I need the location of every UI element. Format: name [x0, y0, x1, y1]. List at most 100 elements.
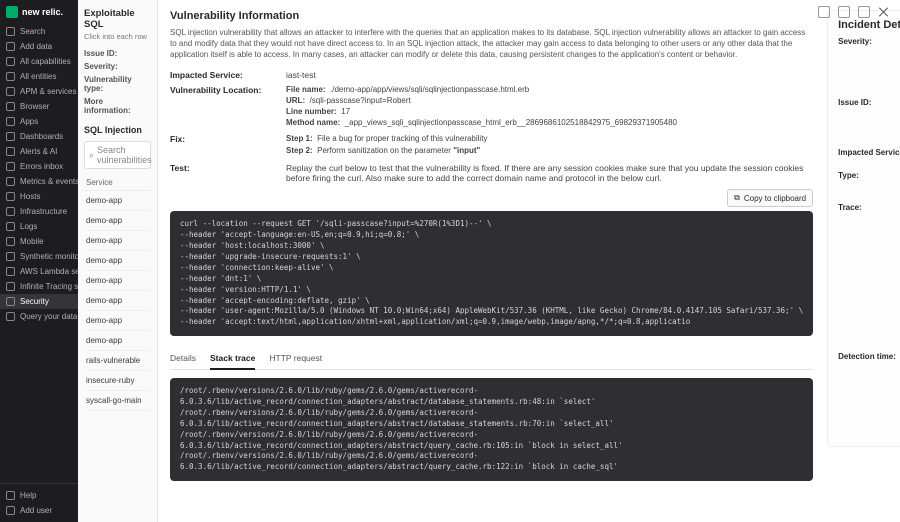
- close-icon[interactable]: [878, 6, 890, 18]
- nav-mobile[interactable]: Mobile: [0, 234, 78, 249]
- location-label: Vulnerability Location:: [170, 85, 278, 129]
- incident-row: Severity:Critical: [838, 37, 900, 93]
- mail-icon[interactable]: [838, 6, 850, 18]
- table-header-service: Service: [84, 175, 151, 191]
- nav-label: Search: [20, 27, 45, 36]
- table-row[interactable]: demo-app: [84, 271, 151, 291]
- incident-row: Issue ID:SQL_DB_COMMAND: [838, 98, 900, 143]
- search-input[interactable]: ⌕ Search vulnerabilities: [84, 141, 151, 169]
- test-label: Test:: [170, 163, 278, 183]
- nav-label: Infrastructure: [20, 207, 67, 216]
- nav-label: All capabilities: [20, 57, 71, 66]
- nav-label: Hosts: [20, 192, 40, 201]
- nav-icon: [6, 87, 15, 96]
- panel-actions: [818, 6, 890, 18]
- share-icon[interactable]: [818, 6, 830, 18]
- incident-label: Impacted Service:: [838, 148, 900, 166]
- fix-label: Fix:: [170, 134, 278, 158]
- nav-icon: [6, 252, 15, 261]
- nav-metrics[interactable]: Metrics & events: [0, 174, 78, 189]
- secondary-column: Exploitable SQL Click into each row Issu…: [78, 0, 158, 522]
- nav-add-user[interactable]: Add user: [0, 503, 78, 518]
- vuln-description: SQL injection vulnerability that allows …: [170, 28, 813, 60]
- tab-stack-trace[interactable]: Stack trace: [210, 348, 255, 370]
- nav-apps[interactable]: Apps: [0, 114, 78, 129]
- nav-label: Apps: [20, 117, 38, 126]
- incident-label: Type:: [838, 171, 900, 198]
- table-row[interactable]: insecure-ruby: [84, 371, 151, 391]
- nav-icon: [6, 222, 15, 231]
- nav-apm[interactable]: APM & services: [0, 84, 78, 99]
- nav-label: Browser: [20, 102, 49, 111]
- nav-all-capabilities[interactable]: All capabilities: [0, 54, 78, 69]
- nav-search[interactable]: Search: [0, 24, 78, 39]
- sec-field: Severity:: [84, 62, 151, 71]
- sec-title: Exploitable SQL: [84, 8, 151, 30]
- copy-clipboard-button[interactable]: ⧉ Copy to clipboard: [727, 189, 813, 207]
- curl-block: curl --location --request GET '/sqli-pas…: [170, 211, 813, 336]
- nav-label: Mobile: [20, 237, 44, 246]
- table-row[interactable]: syscall-go-main: [84, 391, 151, 411]
- table-row[interactable]: demo-app: [84, 191, 151, 211]
- nav-icon: [6, 57, 15, 66]
- nav-icon: [6, 27, 15, 36]
- fix-steps: Step 1: File a bug for proper tracking o…: [286, 134, 487, 158]
- location-block: File name: ./demo-app/app/views/sqli/sql…: [286, 85, 677, 129]
- nav-hosts[interactable]: Hosts: [0, 189, 78, 204]
- panel-title: Vulnerability Information: [170, 10, 813, 22]
- incident-row: Trace:d4ae3c92ef001112c33b18b527c8601b28…: [838, 203, 900, 347]
- sidebar: new relic. Search Add data All capabilitie…: [0, 0, 78, 522]
- tab-details[interactable]: Details: [170, 348, 196, 369]
- tab-http[interactable]: HTTP request: [269, 348, 322, 369]
- nav-errors[interactable]: Errors inbox: [0, 159, 78, 174]
- nav-add-data[interactable]: Add data: [0, 39, 78, 54]
- nav-infrastructure[interactable]: Infrastructure: [0, 204, 78, 219]
- nav-icon: [6, 162, 15, 171]
- nav-query[interactable]: Query your data: [0, 309, 78, 324]
- nav-label: Synthetic monitoring: [20, 252, 78, 261]
- nav-icon: [6, 312, 15, 321]
- brand-icon: [6, 6, 18, 18]
- nav-label: All entities: [20, 72, 56, 81]
- nav-icon: [6, 102, 15, 111]
- table-row[interactable]: demo-app: [84, 251, 151, 271]
- nav-icon: [6, 132, 15, 141]
- nav-synthetic[interactable]: Synthetic monitoring: [0, 249, 78, 264]
- impacted-value: iast-test: [286, 70, 316, 80]
- nav-dashboards[interactable]: Dashboards: [0, 129, 78, 144]
- nav-icon: [6, 117, 15, 126]
- nav-browser[interactable]: Browser: [0, 99, 78, 114]
- nav-label: Dashboards: [20, 132, 63, 141]
- test-text: Replay the curl below to test that the v…: [286, 163, 813, 183]
- link-icon[interactable]: [858, 6, 870, 18]
- table-row[interactable]: demo-app: [84, 211, 151, 231]
- nav-label: Query your data: [20, 312, 77, 321]
- table-row[interactable]: demo-app: [84, 231, 151, 251]
- incident-label: Detection time:: [838, 352, 900, 433]
- brand[interactable]: new relic.: [0, 0, 78, 24]
- nav-help[interactable]: Help: [0, 488, 78, 503]
- nav-label: Alerts & AI: [20, 147, 57, 156]
- table-row[interactable]: demo-app: [84, 311, 151, 331]
- nav-label: Errors inbox: [20, 162, 63, 171]
- nav-label: Help: [20, 491, 36, 500]
- nav-all-entities[interactable]: All entities: [0, 69, 78, 84]
- nav-security[interactable]: Security: [0, 294, 78, 309]
- nav-icon: [6, 237, 15, 246]
- nav-alerts[interactable]: Alerts & AI: [0, 144, 78, 159]
- nav-label: AWS Lambda serverless: [20, 267, 78, 276]
- nav-footer: Help Add user: [0, 483, 78, 522]
- panel-tabs: Details Stack trace HTTP request: [170, 348, 813, 370]
- table-row[interactable]: demo-app: [84, 291, 151, 311]
- nav-label: Add user: [20, 506, 52, 515]
- nav-tracing[interactable]: Infinite Tracing settings: [0, 279, 78, 294]
- stack-trace: /root/.rbenv/versions/2.6.0/lib/ruby/gem…: [170, 378, 813, 481]
- nav-icon: [6, 72, 15, 81]
- nav-logs[interactable]: Logs: [0, 219, 78, 234]
- table-row[interactable]: rails-vulnerable: [84, 351, 151, 371]
- nav-icon: [6, 192, 15, 201]
- search-icon: ⌕: [89, 150, 94, 161]
- copy-label: Copy to clipboard: [744, 194, 806, 203]
- table-row[interactable]: demo-app: [84, 331, 151, 351]
- nav-lambda[interactable]: AWS Lambda serverless: [0, 264, 78, 279]
